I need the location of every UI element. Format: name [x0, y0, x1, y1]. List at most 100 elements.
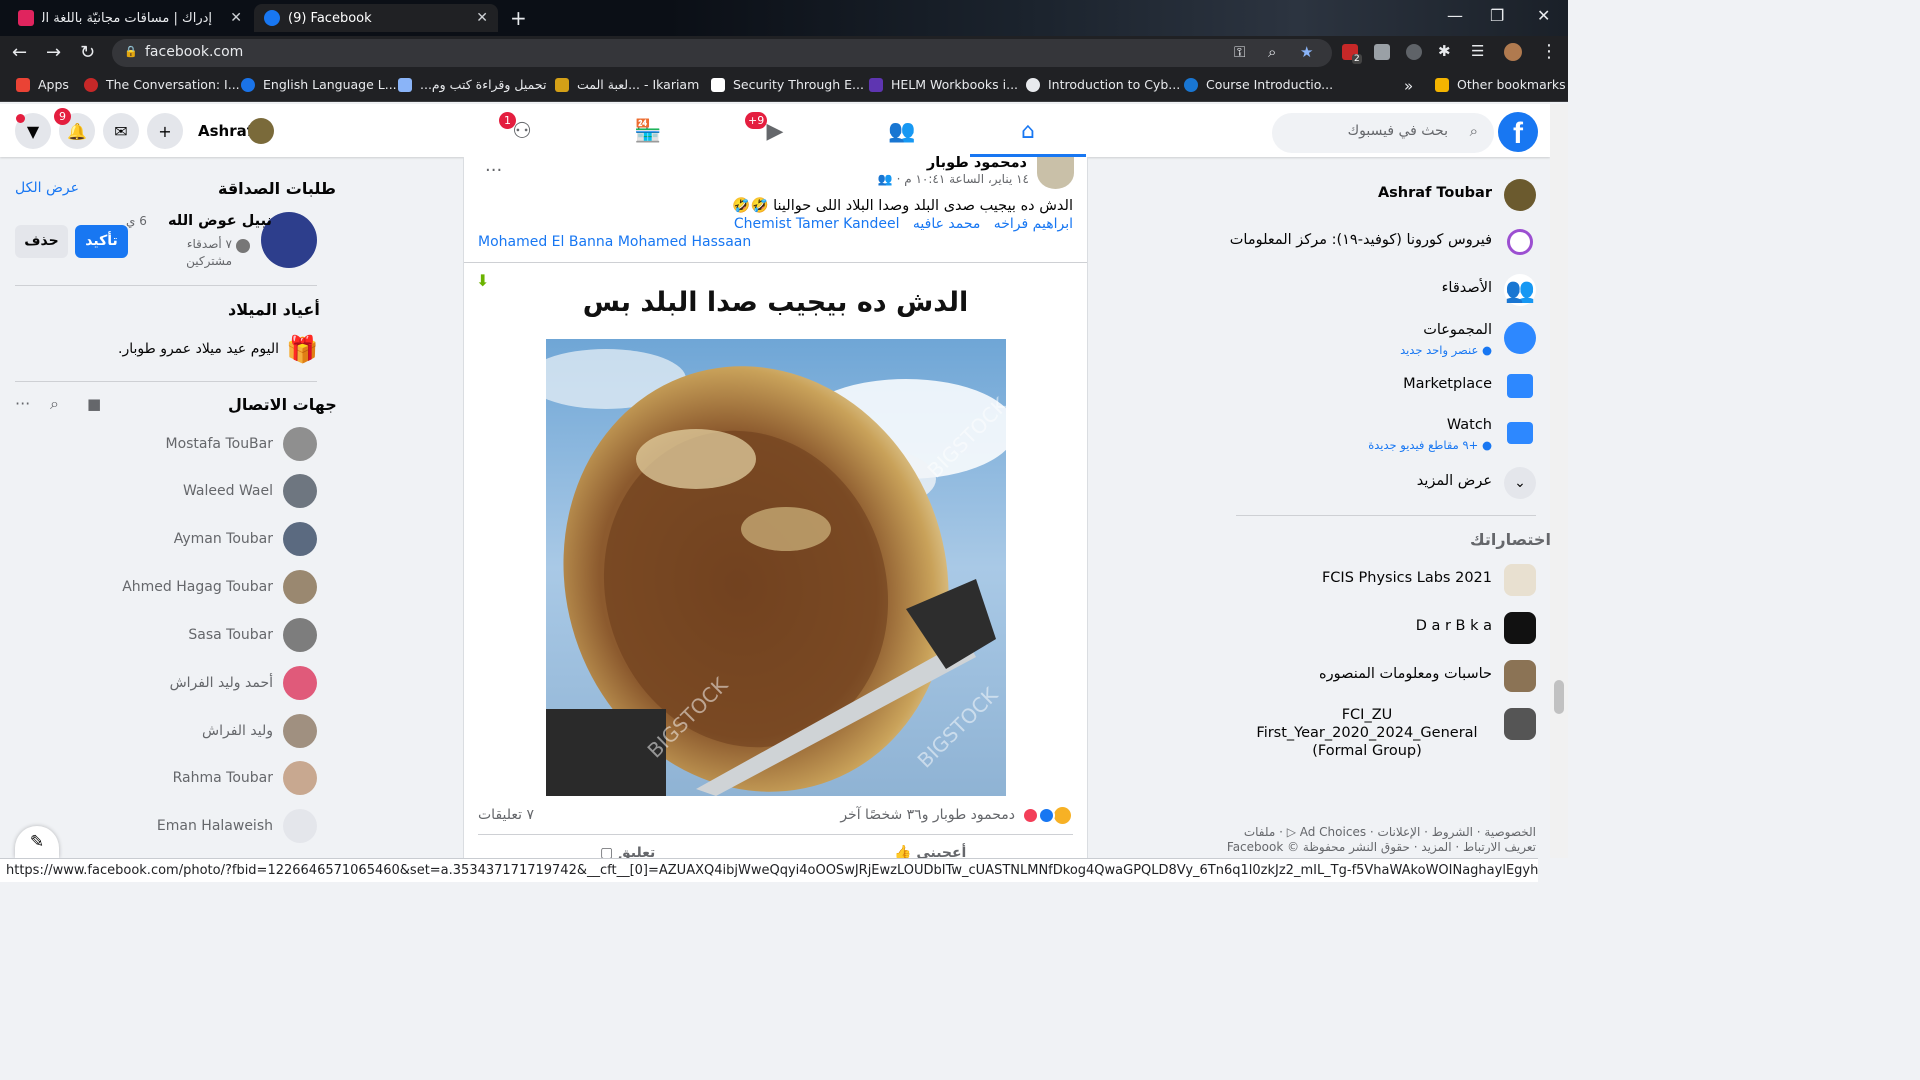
reactions-summary[interactable]: دمحمود طوبار و٣٦ شخصًا آخر	[840, 807, 1015, 823]
post-timestamp[interactable]: ١٤ يناير، الساعة ١٠:٤١ م · 👥	[878, 172, 1029, 186]
tag-link[interactable]: Chemist Tamer Kandeel	[734, 216, 900, 232]
birthday-text[interactable]: اليوم عيد ميلاد عمرو طوبار.	[118, 341, 279, 357]
close-window-icon[interactable]: ✕	[1537, 6, 1550, 25]
delete-button[interactable]: حذف	[15, 225, 68, 258]
contact-item[interactable]: Waleed Wael	[15, 472, 317, 512]
tab-facebook[interactable]: (9) Facebook ✕	[254, 4, 498, 32]
tag-link[interactable]: Mohamed El Banna Mohamed Hassaan	[478, 234, 751, 250]
covid-heart-icon	[1507, 229, 1533, 255]
contact-name: Sasa Toubar	[188, 627, 273, 643]
bookmarks-overflow[interactable]: »	[1404, 77, 1413, 95]
bookmark-item[interactable]: لعبة المت... - Ikariam	[555, 77, 699, 92]
menu-icon[interactable]: ⋮	[1540, 41, 1558, 62]
sidebar-item-profile[interactable]: Ashraf Toubar	[1236, 173, 1536, 217]
bookmark-apps[interactable]: Apps	[16, 77, 69, 92]
more-options-icon[interactable]: ···	[15, 394, 30, 413]
close-icon[interactable]: ✕	[476, 10, 488, 26]
create-button[interactable]: +	[147, 113, 183, 149]
profile-avatar[interactable]	[248, 118, 274, 144]
sidebar-item-marketplace[interactable]: Marketplace	[1236, 364, 1536, 408]
post-options-icon[interactable]: ···	[485, 160, 502, 181]
bookmark-item[interactable]: Security Through E...	[711, 77, 864, 92]
tag-link[interactable]: ابراهيم فراخه	[994, 216, 1073, 232]
bookmark-item[interactable]: تحميل وقراءة كتب وم...	[398, 77, 546, 92]
comments-count[interactable]: ٧ تعليقات	[478, 807, 534, 823]
contact-item[interactable]: Ahmed Hagag Toubar	[15, 568, 317, 608]
shortcut-label: FCI_ZU First_Year_2020_2024_General (For…	[1256, 707, 1478, 759]
post-image[interactable]: ⬇ الدش ده بيجيب صدا البلد بس BIGSTOCK BI…	[464, 263, 1087, 796]
friends-nav-icon[interactable]: 👥	[882, 116, 922, 146]
key-icon[interactable]: ⚿	[1234, 43, 1245, 61]
contact-avatar	[283, 618, 317, 652]
mutual-friends[interactable]: ٧ أصدقاء مشتركين	[176, 236, 232, 270]
contact-item[interactable]: وليد الفراش	[15, 712, 317, 752]
reading-list-icon[interactable]: ☰	[1471, 42, 1484, 60]
post-author[interactable]: دمحمود طوبار	[927, 155, 1027, 171]
new-tab-icon[interactable]: +	[510, 6, 527, 30]
page-scrollbar[interactable]	[1550, 104, 1568, 858]
facebook-logo[interactable]: f	[1498, 112, 1538, 152]
confirm-button[interactable]: تأكيد	[75, 225, 128, 258]
scrollbar-thumb[interactable]	[1554, 680, 1564, 714]
extension-s-icon[interactable]	[1374, 44, 1390, 60]
chevron-down-icon: ⌄	[1504, 467, 1536, 499]
requester-name[interactable]: نبيل عوض الله	[168, 213, 272, 229]
bookmark-item[interactable]: Introduction to Cyb...	[1026, 77, 1180, 92]
reload-icon[interactable]: ↻	[80, 42, 95, 63]
search-input[interactable]: بحث في فيسبوك ⌕	[1272, 113, 1494, 153]
back-icon[interactable]: ←	[12, 42, 27, 63]
folder-icon	[1435, 77, 1449, 92]
bookmark-item[interactable]: The Conversation: I...	[84, 77, 240, 92]
reactions-row: دمحمود طوبار و٣٦ شخصًا آخر ٧ تعليقات	[464, 797, 1087, 833]
bookmark-item[interactable]: Course Introductio...	[1184, 77, 1333, 92]
shortcut-item[interactable]: FCI_ZU First_Year_2020_2024_General (For…	[1236, 702, 1536, 759]
footer-links[interactable]: الخصوصية · الشروط · الإعلانات · Ad Choic…	[1244, 825, 1536, 839]
sidebar-item-covid[interactable]: فيروس كورونا (كوفيد-١٩): مركز المعلومات	[1230, 220, 1536, 264]
sidebar-item-friends[interactable]: 👥 الأصدقاء	[1236, 268, 1536, 312]
contact-item[interactable]: Rahma Toubar	[15, 759, 317, 799]
sidebar-label: Ashraf Toubar	[1377, 185, 1492, 201]
contact-item[interactable]: Ayman Toubar	[15, 520, 317, 560]
contact-item[interactable]: أحمد وليد الفراش	[15, 664, 317, 704]
love-reaction-icon[interactable]	[1022, 807, 1039, 824]
bookmark-item[interactable]: English Language L...	[241, 77, 397, 92]
bookmark-star-icon[interactable]: ★	[1300, 43, 1313, 61]
minimize-icon[interactable]: —	[1447, 6, 1463, 25]
favicon	[241, 77, 255, 92]
profile-name[interactable]: Ashraf	[198, 122, 253, 140]
messenger-button[interactable]: ✉	[103, 113, 139, 149]
bookmark-item[interactable]: HELM Workbooks i...	[869, 77, 1018, 92]
tag-link[interactable]: محمد عافيه	[913, 216, 980, 232]
close-icon[interactable]: ✕	[230, 10, 242, 26]
contact-item[interactable]: Eman Halaweish	[15, 807, 317, 847]
sidebar-item-watch[interactable]: Watch ● +٩ مقاطع فيديو جديدة	[1236, 411, 1536, 455]
footer-links[interactable]: تعريف الارتباط · المزيد · حقوق النشر محف…	[1227, 840, 1536, 854]
extension-chat-icon[interactable]	[1406, 44, 1422, 60]
sidebar-item-see-more[interactable]: ⌄ عرض المزيد	[1236, 461, 1536, 505]
search-contacts-icon[interactable]: ⌕	[50, 394, 59, 414]
see-all-link[interactable]: عرض الكل	[15, 180, 79, 196]
contact-item[interactable]: Mostafa TouBar	[15, 425, 317, 465]
zoom-icon[interactable]: ⌕	[1268, 43, 1276, 61]
favicon	[1026, 77, 1040, 92]
author-avatar[interactable]	[1037, 157, 1074, 189]
like-reaction-icon[interactable]	[1038, 807, 1055, 824]
shortcut-item[interactable]: D a r B k a	[1236, 606, 1536, 650]
puzzle-icon[interactable]: ✱	[1438, 42, 1451, 60]
address-bar[interactable]: 🔒 facebook.com ⚿ ⌕ ★	[112, 39, 1332, 67]
shortcut-item[interactable]: حاسبات ومعلومات المنصوره	[1236, 654, 1536, 698]
home-nav-icon[interactable]: ⌂	[1008, 116, 1048, 146]
tab-edraak[interactable]: إدراك | مساقات مجانيّة باللّغة العربيّة …	[8, 4, 252, 32]
marketplace-nav-icon[interactable]: 🏪	[628, 116, 668, 146]
group-avatar	[1504, 564, 1536, 596]
contact-item[interactable]: Sasa Toubar	[15, 616, 317, 656]
video-call-icon[interactable]: ■	[87, 395, 101, 413]
forward-icon[interactable]: →	[46, 42, 61, 63]
sidebar-item-groups[interactable]: المجموعات ● عنصر واحد جديد	[1236, 316, 1536, 360]
other-bookmarks[interactable]: Other bookmarks	[1435, 77, 1566, 92]
haha-reaction-icon[interactable]	[1054, 807, 1071, 824]
contacts-title: جهات الاتصال	[228, 395, 337, 414]
maximize-icon[interactable]: ❐	[1490, 6, 1504, 25]
profile-avatar[interactable]	[1504, 43, 1522, 61]
shortcut-item[interactable]: FCIS Physics Labs 2021	[1236, 558, 1536, 602]
